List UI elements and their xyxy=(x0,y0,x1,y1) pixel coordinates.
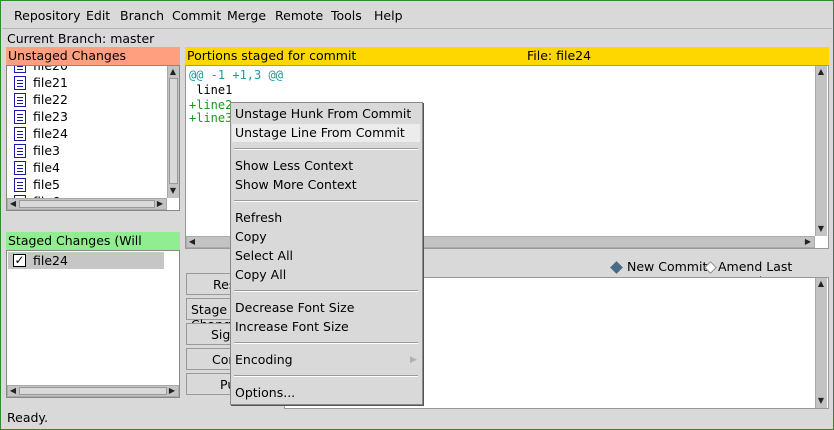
list-item[interactable]: file21 xyxy=(33,75,68,90)
scroll-right-arrow-icon[interactable]: ▶ xyxy=(155,199,165,209)
list-item[interactable]: file22 xyxy=(33,92,68,107)
scroll-thumb[interactable] xyxy=(169,78,178,184)
diff-added-line[interactable]: +line2 xyxy=(189,98,232,112)
unstaged-file-list[interactable]: file20 file21 file22 file23 file24 file3… xyxy=(6,65,180,211)
menu-item-select-all[interactable]: Select All xyxy=(235,248,293,263)
diff-header-title: Portions staged for commit xyxy=(187,48,357,63)
file-icon xyxy=(14,144,26,158)
file-icon xyxy=(14,76,26,90)
menu-separator xyxy=(234,342,418,344)
list-item[interactable]: file20 xyxy=(33,66,68,73)
git-gui-window: Repository Edit Branch Commit Merge Remo… xyxy=(0,0,834,430)
commit-message-scrollbar[interactable]: ▲ ▼ xyxy=(815,278,827,408)
diff-context-line[interactable]: line1 xyxy=(189,83,232,97)
commit-type-options: New Commit Amend Last Commit xyxy=(607,259,829,289)
menu-separator xyxy=(234,375,418,377)
menu-repository[interactable]: Repository xyxy=(14,8,80,23)
menu-item-decrease-font[interactable]: Decrease Font Size xyxy=(235,300,354,315)
new-commit-radio[interactable]: New Commit xyxy=(627,259,707,274)
file-icon xyxy=(14,178,26,192)
diff-hunk-header: @@ -1 +1,3 @@ xyxy=(189,68,283,82)
file-icon xyxy=(14,110,26,124)
menu-commit[interactable]: Commit xyxy=(172,8,221,23)
scroll-down-arrow-icon[interactable]: ▼ xyxy=(816,224,826,234)
scroll-thumb[interactable] xyxy=(19,200,155,208)
scroll-down-arrow-icon[interactable]: ▼ xyxy=(816,396,826,406)
menu-item-options[interactable]: Options... xyxy=(235,385,295,400)
scroll-thumb[interactable] xyxy=(19,387,167,395)
unstaged-vertical-scrollbar[interactable]: ▲ ▼ xyxy=(167,66,179,198)
menu-separator xyxy=(234,290,418,292)
diff-added-line[interactable]: +line3 xyxy=(189,111,232,125)
scroll-left-arrow-icon[interactable]: ◀ xyxy=(187,237,197,247)
scroll-right-arrow-icon[interactable]: ▶ xyxy=(803,237,813,247)
diff-header: Portions staged for commit File: file24 xyxy=(185,47,829,65)
list-item[interactable]: file5 xyxy=(33,177,60,192)
file-icon xyxy=(14,161,26,175)
submenu-arrow-icon: ▶ xyxy=(410,355,417,365)
menu-item-show-more-context[interactable]: Show More Context xyxy=(235,177,357,192)
menu-edit[interactable]: Edit xyxy=(86,8,110,23)
unstaged-horizontal-scrollbar[interactable]: ◀ ▶ xyxy=(7,198,167,210)
diff-context-menu: Unstage Hunk From Commit Unstage Line Fr… xyxy=(230,102,423,405)
menu-item-unstage-hunk[interactable]: Unstage Hunk From Commit xyxy=(235,106,411,121)
menu-help[interactable]: Help xyxy=(374,8,403,23)
status-bar: Ready. xyxy=(7,410,48,425)
menu-item-refresh[interactable]: Refresh xyxy=(235,210,282,225)
menu-tools[interactable]: Tools xyxy=(331,8,362,23)
list-item[interactable]: file24 xyxy=(33,253,68,268)
menu-branch[interactable]: Branch xyxy=(120,8,164,23)
current-branch-label: Current Branch: master xyxy=(7,31,155,46)
menu-item-unstage-line[interactable]: Unstage Line From Commit xyxy=(235,125,405,140)
file-icon xyxy=(14,127,26,141)
scroll-right-arrow-icon[interactable]: ▶ xyxy=(167,386,177,396)
diff-file-label: File: file24 xyxy=(527,48,592,63)
menu-item-show-less-context[interactable]: Show Less Context xyxy=(235,158,353,173)
list-item[interactable]: file23 xyxy=(33,109,68,124)
menu-item-copy[interactable]: Copy xyxy=(235,229,267,244)
file-icon xyxy=(14,93,26,107)
menu-remote[interactable]: Remote xyxy=(275,8,323,23)
checked-icon: ✓ xyxy=(13,253,26,267)
scroll-up-arrow-icon[interactable]: ▲ xyxy=(816,279,826,289)
scroll-up-arrow-icon[interactable]: ▲ xyxy=(816,67,826,77)
menu-merge[interactable]: Merge xyxy=(227,8,266,23)
staged-changes-header: Staged Changes (Will Commit) xyxy=(6,232,180,266)
menubar: Repository Edit Branch Commit Merge Remo… xyxy=(2,2,832,29)
file-icon xyxy=(14,66,26,73)
scroll-left-arrow-icon[interactable]: ◀ xyxy=(8,386,18,396)
radio-selected-icon[interactable] xyxy=(610,261,623,274)
menu-item-encoding[interactable]: Encoding xyxy=(235,352,293,367)
list-item[interactable]: file24 xyxy=(33,126,68,141)
scroll-left-arrow-icon[interactable]: ◀ xyxy=(8,199,18,209)
selected-row[interactable] xyxy=(8,252,164,269)
staged-file-list[interactable]: ✓ file24 ◀ ▶ xyxy=(6,250,180,398)
menu-separator xyxy=(234,148,418,150)
unstaged-changes-header: Unstaged Changes xyxy=(6,47,180,65)
menu-separator xyxy=(234,200,418,202)
staged-horizontal-scrollbar[interactable]: ◀ ▶ xyxy=(7,385,179,397)
menu-item-increase-font[interactable]: Increase Font Size xyxy=(235,319,349,334)
list-item[interactable]: file3 xyxy=(33,143,60,158)
scroll-up-arrow-icon[interactable]: ▲ xyxy=(168,67,178,77)
list-item[interactable]: file4 xyxy=(33,160,60,175)
diff-vertical-scrollbar[interactable]: ▲ ▼ xyxy=(815,66,827,236)
scroll-down-arrow-icon[interactable]: ▼ xyxy=(168,186,178,196)
menu-item-copy-all[interactable]: Copy All xyxy=(235,267,286,282)
